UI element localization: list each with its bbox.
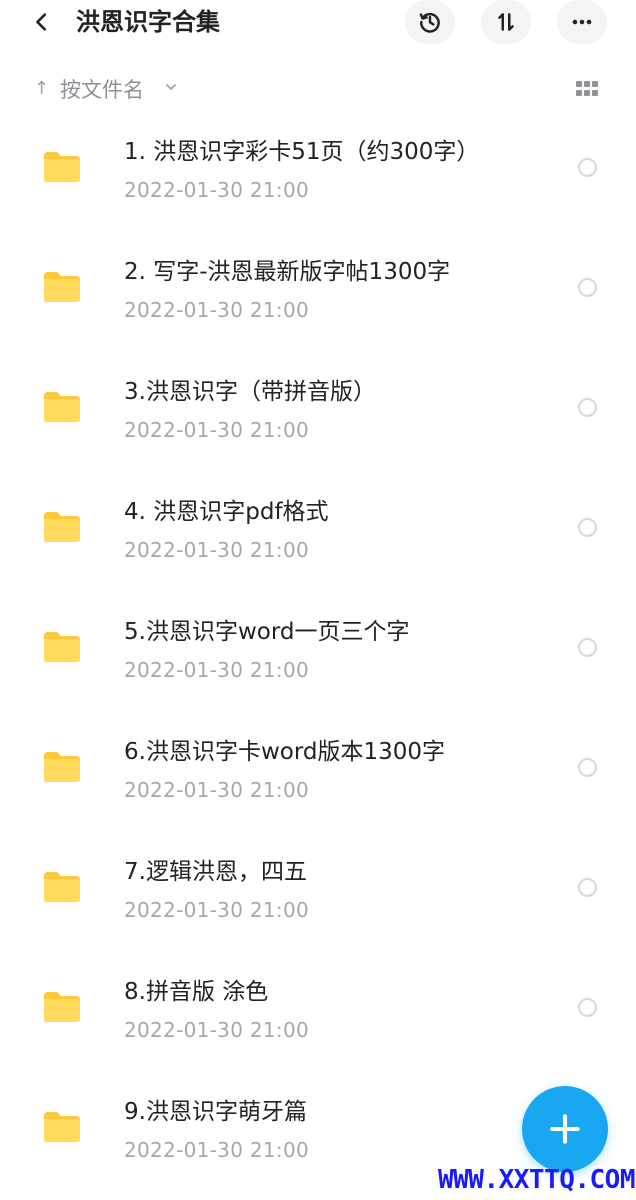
list-item[interactable]: 3.洪恩识字（带拼音版） 2022-01-30 21:00	[0, 350, 636, 470]
list-item[interactable]: 2. 写字-洪恩最新版字帖1300字 2022-01-30 21:00	[0, 230, 636, 350]
add-button[interactable]	[522, 1086, 608, 1172]
list-item[interactable]: 1. 洪恩识字彩卡51页（约300字） 2022-01-30 21:00	[0, 110, 636, 230]
page-title: 洪恩识字合集	[76, 8, 220, 36]
sort-order-icon	[498, 13, 514, 31]
more-button[interactable]	[557, 0, 607, 44]
top-bar: 洪恩识字合集	[0, 0, 636, 48]
list-item[interactable]: 8.拼音版 涂色 2022-01-30 21:00	[0, 950, 636, 1070]
select-checkbox[interactable]	[578, 158, 597, 177]
file-date: 2022-01-30 21:00	[124, 898, 310, 922]
file-name: 8.拼音版 涂色	[124, 979, 269, 1005]
sort-direction-arrow[interactable]: ↑	[34, 78, 49, 99]
file-date: 2022-01-30 21:00	[124, 778, 310, 802]
folder-icon	[44, 512, 80, 542]
file-date: 2022-01-30 21:00	[124, 1018, 310, 1042]
select-checkbox[interactable]	[578, 878, 597, 897]
file-list: 1. 洪恩识字彩卡51页（约300字） 2022-01-30 21:00 2. 写字…	[0, 110, 636, 1190]
file-name: 2. 写字-洪恩最新版字帖1300字	[124, 259, 451, 285]
file-name: 1. 洪恩识字彩卡51页（约300字）	[124, 139, 480, 165]
chevron-left-icon	[36, 13, 47, 31]
file-name: 7.逻辑洪恩，四五	[124, 859, 307, 885]
folder-icon	[44, 992, 80, 1022]
file-date: 2022-01-30 21:00	[124, 658, 310, 682]
folder-icon	[44, 272, 80, 302]
select-checkbox[interactable]	[578, 518, 597, 537]
file-date: 2022-01-30 21:00	[124, 418, 310, 442]
list-item[interactable]: 7.逻辑洪恩，四五 2022-01-30 21:00	[0, 830, 636, 950]
folder-icon	[44, 872, 80, 902]
list-item[interactable]: 4. 洪恩识字pdf格式 2022-01-30 21:00	[0, 470, 636, 590]
history-button[interactable]	[405, 0, 455, 44]
sort-bar: ↑ 按文件名	[0, 70, 636, 110]
file-name: 4. 洪恩识字pdf格式	[124, 499, 329, 525]
plus-icon	[550, 1114, 580, 1144]
select-checkbox[interactable]	[578, 758, 597, 777]
file-date: 2022-01-30 21:00	[124, 1138, 310, 1162]
file-browser-screen: 洪恩识字合集 ↑ 按文件名 1. 洪恩识字彩卡51页（约300字） 2022-0…	[0, 0, 636, 1200]
select-checkbox[interactable]	[578, 278, 597, 297]
file-name: 3.洪恩识字（带拼音版）	[124, 379, 376, 405]
sort-by-label[interactable]: 按文件名	[60, 76, 144, 104]
grid-view-icon[interactable]	[576, 81, 598, 97]
select-checkbox[interactable]	[578, 398, 597, 417]
history-icon	[419, 12, 440, 33]
file-date: 2022-01-30 21:00	[124, 178, 310, 202]
file-name: 9.洪恩识字萌牙篇	[124, 1099, 307, 1125]
select-checkbox[interactable]	[578, 998, 597, 1017]
folder-icon	[44, 1112, 80, 1142]
folder-icon	[44, 392, 80, 422]
file-date: 2022-01-30 21:00	[124, 538, 310, 562]
list-item[interactable]: 6.洪恩识字卡word版本1300字 2022-01-30 21:00	[0, 710, 636, 830]
more-horizontal-icon	[572, 19, 592, 25]
folder-icon	[44, 632, 80, 662]
back-button[interactable]	[22, 2, 62, 42]
list-item[interactable]: 5.洪恩识字word一页三个字 2022-01-30 21:00	[0, 590, 636, 710]
folder-icon	[44, 152, 80, 182]
file-name: 5.洪恩识字word一页三个字	[124, 619, 410, 645]
chevron-down-icon[interactable]	[163, 79, 179, 95]
file-date: 2022-01-30 21:00	[124, 298, 310, 322]
file-name: 6.洪恩识字卡word版本1300字	[124, 739, 446, 765]
sort-order-button[interactable]	[481, 0, 531, 44]
watermark-text: WWW.XXTTQ.COM	[438, 1165, 636, 1195]
select-checkbox[interactable]	[578, 638, 597, 657]
folder-icon	[44, 752, 80, 782]
